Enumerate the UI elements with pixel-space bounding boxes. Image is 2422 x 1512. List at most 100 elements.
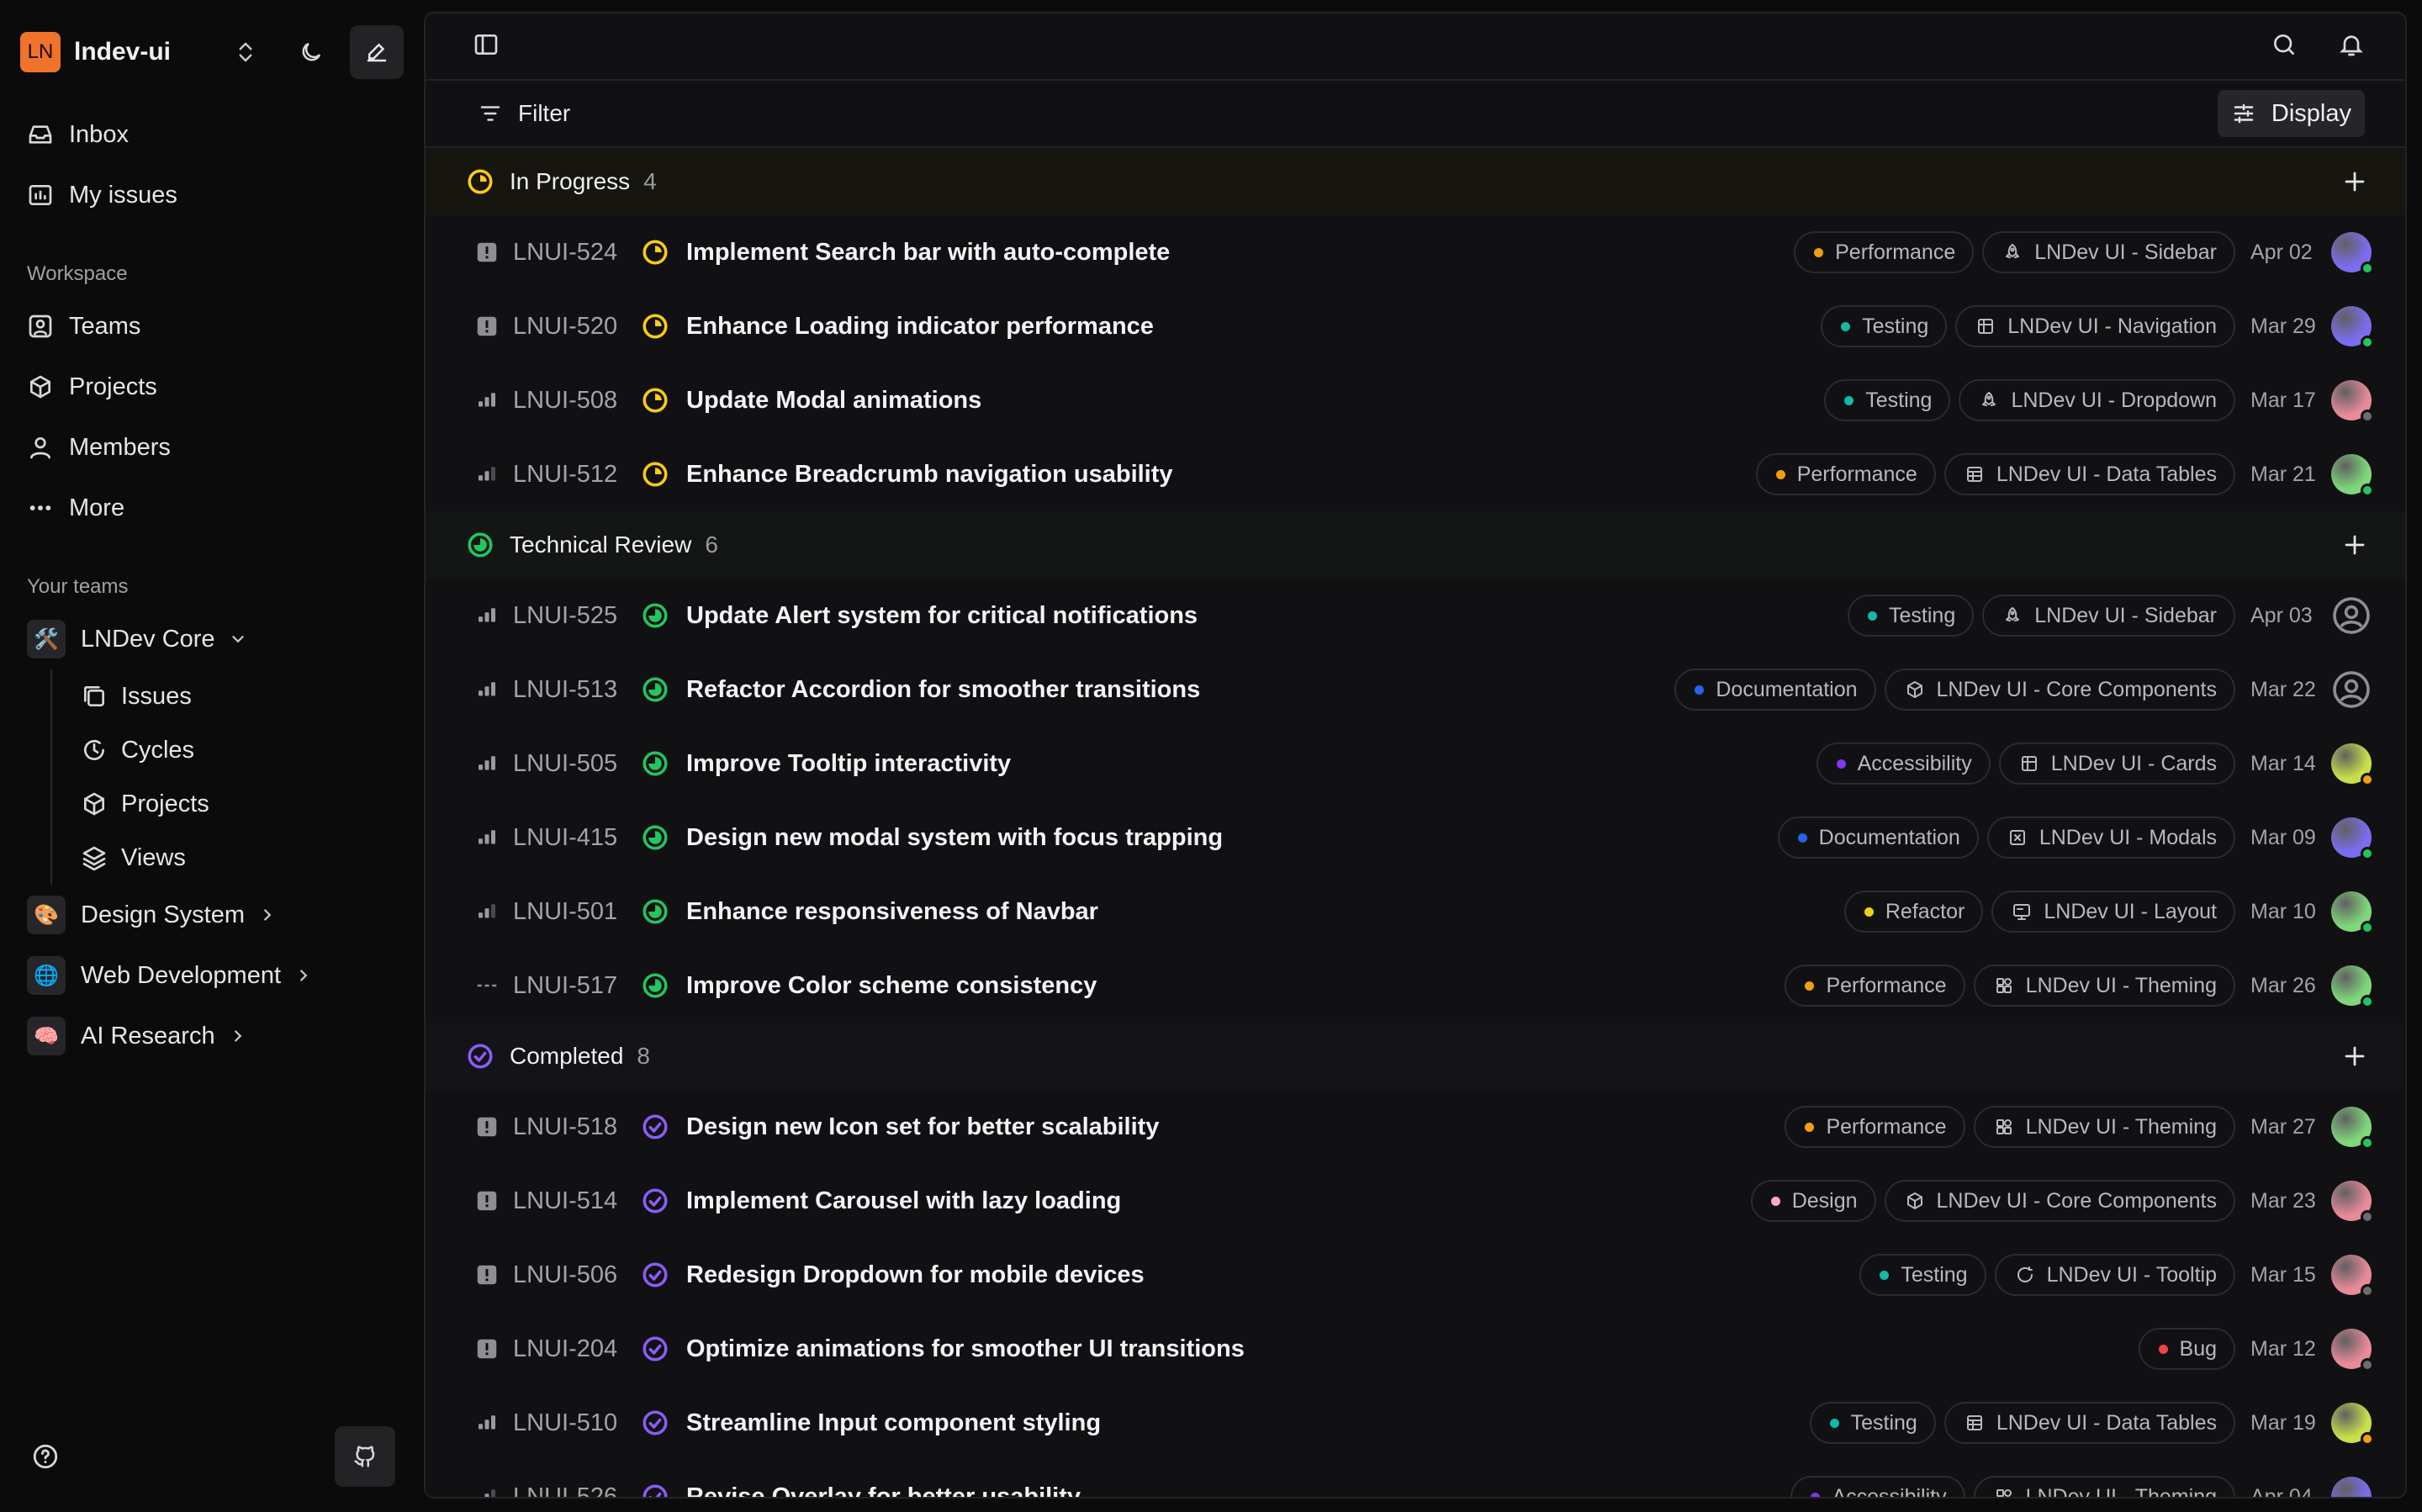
project-chip[interactable]: LNDev UI - Navigation [1955,305,2235,347]
project-chip[interactable]: LNDev UI - Core Components [1884,669,2235,711]
label-chip[interactable]: Performance [1755,453,1936,495]
priority-button[interactable] [474,1188,500,1213]
add-issue-plus-icon[interactable] [2338,165,2372,198]
github-icon[interactable] [335,1426,395,1487]
priority-button[interactable] [474,1114,500,1139]
project-chip[interactable]: LNDev UI - Theming [1973,1476,2235,1497]
status-completed-icon[interactable] [641,1261,669,1289]
project-chip[interactable]: LNDev UI - Tooltip [1994,1254,2235,1296]
issue-row[interactable]: LNUI-505 Improve Tooltip interactivity Acc… [426,727,2405,801]
priority-button[interactable] [474,825,500,850]
issue-title[interactable]: Implement Search bar with auto-complete [686,239,1170,267]
unassigned-user-icon[interactable] [2331,595,2372,636]
issue-row[interactable]: LNUI-525 Update Alert system for critical… [426,579,2405,653]
project-chip[interactable]: LNDev UI - Data Tables [1943,1402,2235,1444]
workspace-item-teams[interactable]: Teams [15,296,409,357]
assignee-avatar[interactable] [2331,1255,2374,1298]
team-lndev-core[interactable]: 🛠️ LNDev Core [15,609,409,669]
issue-row[interactable]: LNUI-526 Revise Overlay for better usabil… [426,1460,2405,1499]
label-chip[interactable]: Testing [1809,1402,1936,1444]
status-completed-icon[interactable] [641,1187,669,1215]
label-chip[interactable]: Accessibility [1790,1476,1965,1497]
issue-title[interactable]: Refactor Accordion for smoother transiti… [686,676,1200,704]
priority-button[interactable] [474,751,500,776]
label-chip[interactable]: Refactor [1843,891,1984,933]
filter-button[interactable]: Filter [478,100,570,127]
help-icon[interactable] [15,1426,76,1487]
label-chip[interactable]: Testing [1848,595,1975,637]
status-in-progress-icon[interactable] [641,460,669,489]
issue-row[interactable]: LNUI-520 Enhance Loading indicator perfor… [426,289,2405,363]
workspace-switcher-icon[interactable] [219,25,272,79]
priority-button[interactable] [474,1336,500,1361]
assignee-avatar[interactable] [2331,232,2374,275]
workspace-item-more[interactable]: More [15,478,409,538]
status-review-icon[interactable] [466,531,494,559]
project-chip[interactable]: LNDev UI - Data Tables [1943,453,2235,495]
assignee-avatar[interactable] [2331,1181,2374,1224]
issue-row[interactable]: LNUI-415 Design new modal system with foc… [426,801,2405,875]
nav-item-inbox[interactable]: Inbox [15,104,409,165]
team-item-issues[interactable]: Issues [52,669,409,723]
issue-title[interactable]: Update Modal animations [686,387,981,415]
priority-button[interactable] [474,388,500,413]
status-review-icon[interactable] [641,897,669,926]
issue-row[interactable]: LNUI-514 Implement Carousel with lazy loa… [426,1164,2405,1238]
project-chip[interactable]: LNDev UI - Layout [1991,891,2235,933]
status-review-icon[interactable] [641,675,669,704]
project-chip[interactable]: LNDev UI - Cards [1998,743,2235,785]
priority-button[interactable] [474,1410,500,1435]
add-issue-plus-icon[interactable] [2338,528,2372,562]
project-chip[interactable]: LNDev UI - Dropdown [1959,379,2235,421]
issue-row[interactable]: LNUI-501 Enhance responsiveness of Navbar… [426,875,2405,949]
status-review-icon[interactable] [641,601,669,630]
status-in-progress-icon[interactable] [641,238,669,267]
priority-button[interactable] [474,899,500,924]
label-chip[interactable]: Performance [1785,1106,1965,1148]
assignee-avatar[interactable] [2331,891,2374,934]
nav-item-my-issues[interactable]: My issues [15,165,409,225]
label-chip[interactable]: Documentation [1674,669,1876,711]
label-chip[interactable]: Performance [1794,231,1975,273]
label-chip[interactable]: Bug [2138,1328,2235,1370]
issue-row[interactable]: LNUI-524 Implement Search bar with auto-c… [426,215,2405,289]
status-review-icon[interactable] [641,823,669,852]
toggle-sidebar-icon[interactable] [473,31,500,62]
new-issue-edit-icon[interactable] [350,25,404,79]
assignee-avatar[interactable] [2331,306,2374,349]
status-review-icon[interactable] [641,971,669,1000]
assignee-avatar[interactable] [2331,1403,2374,1446]
project-chip[interactable]: LNDev UI - Sidebar [1982,231,2235,273]
label-chip[interactable]: Documentation [1777,817,1979,859]
theme-toggle-moon-icon[interactable] [284,25,338,79]
workspace-logo[interactable]: LN [20,32,61,72]
priority-button[interactable] [474,1262,500,1287]
project-chip[interactable]: LNDev UI - Theming [1973,965,2235,1007]
workspace-item-projects[interactable]: Projects [15,357,409,417]
issue-title[interactable]: Revise Overlay for better usability [686,1483,1081,1498]
priority-button[interactable] [474,973,500,998]
issue-title[interactable]: Improve Tooltip interactivity [686,750,1011,778]
issue-title[interactable]: Design new Icon set for better scalabili… [686,1113,1159,1141]
project-chip[interactable]: LNDev UI - Theming [1973,1106,2235,1148]
team-item-projects[interactable]: Projects [52,777,409,831]
status-in-progress-icon[interactable] [641,386,669,415]
team-web-development[interactable]: 🌐 Web Development [15,945,409,1006]
issue-row[interactable]: LNUI-513 Refactor Accordion for smoother … [426,653,2405,727]
notifications-bell-icon[interactable] [2338,31,2365,62]
status-completed-icon[interactable] [641,1483,669,1499]
status-in-progress-icon[interactable] [641,312,669,341]
group-header-done[interactable]: Completed 8 [426,1023,2405,1090]
status-completed-icon[interactable] [466,1042,494,1071]
label-chip[interactable]: Testing [1824,379,1951,421]
project-chip[interactable]: LNDev UI - Modals [1986,817,2235,859]
team-item-views[interactable]: Views [52,831,409,885]
workspace-item-members[interactable]: Members [15,417,409,478]
issue-title[interactable]: Enhance Loading indicator performance [686,313,1154,341]
issue-row[interactable]: LNUI-508 Update Modal animations Testing LN… [426,363,2405,437]
issue-title[interactable]: Update Alert system for critical notific… [686,602,1198,630]
issue-row[interactable]: LNUI-204 Optimize animations for smoother… [426,1312,2405,1386]
search-icon[interactable] [2271,31,2298,62]
assignee-avatar[interactable] [2331,817,2374,860]
priority-button[interactable] [474,240,500,265]
